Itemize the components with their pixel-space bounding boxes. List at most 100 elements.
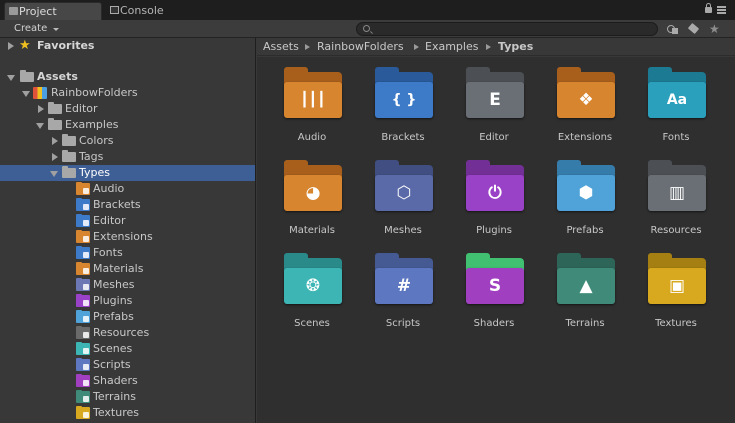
folder-item-prefabs[interactable]: ⬢ Prefabs: [545, 150, 625, 240]
collapse-arrow-icon[interactable]: [36, 123, 44, 129]
tree-item-scenes[interactable]: Scenes: [0, 341, 255, 357]
textures-icon: ▣: [648, 253, 706, 304]
tree-item-extensions[interactable]: Extensions: [0, 229, 255, 245]
tree-item-editor-folder[interactable]: Editor: [0, 101, 255, 117]
breadcrumb-examples[interactable]: Examples: [425, 38, 478, 56]
plugins-icon: ⏻: [466, 160, 524, 211]
expand-arrow-icon[interactable]: [52, 153, 58, 161]
filter-by-label-icon[interactable]: [688, 23, 700, 35]
folder-item-scenes[interactable]: ❂ Scenes: [272, 243, 352, 333]
breadcrumb-types[interactable]: Types: [498, 38, 533, 56]
folder-item-fonts[interactable]: Aa Fonts: [636, 57, 716, 147]
lock-icon[interactable]: [705, 3, 712, 13]
materials-icon: ◕: [284, 160, 342, 211]
chevron-right-icon: [305, 44, 310, 50]
tree-item-materials[interactable]: Materials: [0, 261, 255, 277]
folder-item-meshes[interactable]: ⬡ Meshes: [363, 150, 443, 240]
tree-label: Scripts: [93, 358, 131, 371]
tree-label: Textures: [93, 406, 139, 419]
breadcrumb-assets[interactable]: Assets: [263, 38, 299, 56]
collapse-arrow-icon[interactable]: [50, 171, 58, 177]
expand-arrow-icon[interactable]: [8, 42, 14, 50]
expand-arrow-icon[interactable]: [52, 137, 58, 145]
tree-label: Meshes: [93, 278, 135, 291]
prefabs-icon: ⬢: [557, 160, 615, 211]
folder-item-textures[interactable]: ▣ Textures: [636, 243, 716, 333]
tree-label: Resources: [93, 326, 150, 339]
folder-item-scripts[interactable]: # Scripts: [363, 243, 443, 333]
tree-item-fonts[interactable]: Fonts: [0, 245, 255, 261]
tree-item-editor[interactable]: Editor: [0, 213, 255, 229]
editor-icon: [76, 214, 90, 227]
asset-grid: ┃┃┃ Audio { } Brackets E Editor ❖ Extensions Aa F…: [257, 57, 735, 423]
folder-item-materials[interactable]: ◕ Materials: [272, 150, 352, 240]
folder-label: Extensions: [557, 132, 613, 143]
tree-item-examples[interactable]: Examples: [0, 117, 255, 133]
favorite-star-icon[interactable]: ★: [709, 23, 721, 35]
tree-item-types[interactable]: Types: [0, 165, 255, 181]
tree-item-rainbowfolders[interactable]: RainbowFolders: [0, 85, 255, 101]
tab-console[interactable]: Console: [106, 2, 202, 20]
expand-arrow-icon[interactable]: [38, 105, 44, 113]
search-input[interactable]: [356, 22, 658, 36]
collapse-arrow-icon[interactable]: [22, 91, 30, 97]
tree-item-plugins[interactable]: Plugins: [0, 293, 255, 309]
folder-label: Prefabs: [566, 225, 604, 236]
breadcrumb-rainbowfolders[interactable]: RainbowFolders: [317, 38, 404, 56]
folder-label: Meshes: [384, 225, 422, 236]
menu-icon[interactable]: [717, 6, 726, 14]
folder-glyph: { }: [391, 92, 417, 108]
tree-item-brackets[interactable]: Brackets: [0, 197, 255, 213]
shaders-icon: S: [466, 253, 524, 304]
folder-label: Plugins: [476, 225, 512, 236]
project-tree: ★ Favorites Assets RainbowFolders Editor…: [0, 38, 256, 423]
tree-item-scripts[interactable]: Scripts: [0, 357, 255, 373]
collapse-arrow-icon[interactable]: [7, 75, 15, 81]
folder-item-extensions[interactable]: ❖ Extensions: [545, 57, 625, 147]
folder-label: Materials: [289, 225, 335, 236]
tree-item-colors[interactable]: Colors: [0, 133, 255, 149]
folder-label: Fonts: [662, 132, 690, 143]
chevron-right-icon: [486, 44, 491, 50]
prefabs-icon: [76, 310, 90, 323]
breadcrumb: Assets RainbowFolders Examples Types: [257, 38, 735, 56]
plugins-icon: [76, 294, 90, 307]
textures-icon: [76, 406, 90, 419]
folder-label: Audio: [297, 132, 327, 143]
tab-project[interactable]: Project: [4, 2, 102, 20]
tree-item-textures[interactable]: Textures: [0, 405, 255, 421]
tree-item-favorites[interactable]: ★ Favorites: [0, 38, 255, 54]
tree-item-resources[interactable]: Resources: [0, 325, 255, 341]
tree-item-prefabs[interactable]: Prefabs: [0, 309, 255, 325]
audio-wave-icon: [76, 182, 90, 195]
tree-item-terrains[interactable]: Terrains: [0, 389, 255, 405]
folder-glyph: ◕: [305, 183, 321, 203]
tree-item-meshes[interactable]: Meshes: [0, 277, 255, 293]
folder-icon: [48, 102, 62, 114]
folder-item-resources[interactable]: ▥ Resources: [636, 150, 716, 240]
folder-item-plugins[interactable]: ⏻ Plugins: [454, 150, 534, 240]
folder-item-editor[interactable]: E Editor: [454, 57, 534, 147]
tree-label: Prefabs: [93, 310, 134, 323]
tab-console-label: Console: [120, 4, 164, 17]
meshes-icon: [76, 278, 90, 291]
tree-item-audio[interactable]: Audio: [0, 181, 255, 197]
folder-label: Terrains: [565, 318, 605, 329]
tree-item-assets[interactable]: Assets: [0, 69, 255, 85]
folder-item-brackets[interactable]: { } Brackets: [363, 57, 443, 147]
scenes-icon: [76, 342, 90, 355]
folder-item-terrains[interactable]: ▲ Terrains: [545, 243, 625, 333]
folder-item-audio[interactable]: ┃┃┃ Audio: [272, 57, 352, 147]
tree-item-shaders[interactable]: Shaders: [0, 373, 255, 389]
create-button[interactable]: Create: [6, 22, 65, 36]
filter-by-type-icon[interactable]: [666, 23, 678, 35]
tree-label: Colors: [79, 134, 114, 147]
resources-icon: [76, 326, 90, 339]
folder-glyph: #: [396, 276, 412, 296]
tree-label: Types: [79, 166, 110, 179]
folder-item-shaders[interactable]: S Shaders: [454, 243, 534, 333]
folder-glyph: ┃┃┃: [300, 92, 326, 108]
tree-label: Tags: [79, 150, 104, 163]
window-controls: [705, 3, 729, 16]
tree-item-tags[interactable]: Tags: [0, 149, 255, 165]
